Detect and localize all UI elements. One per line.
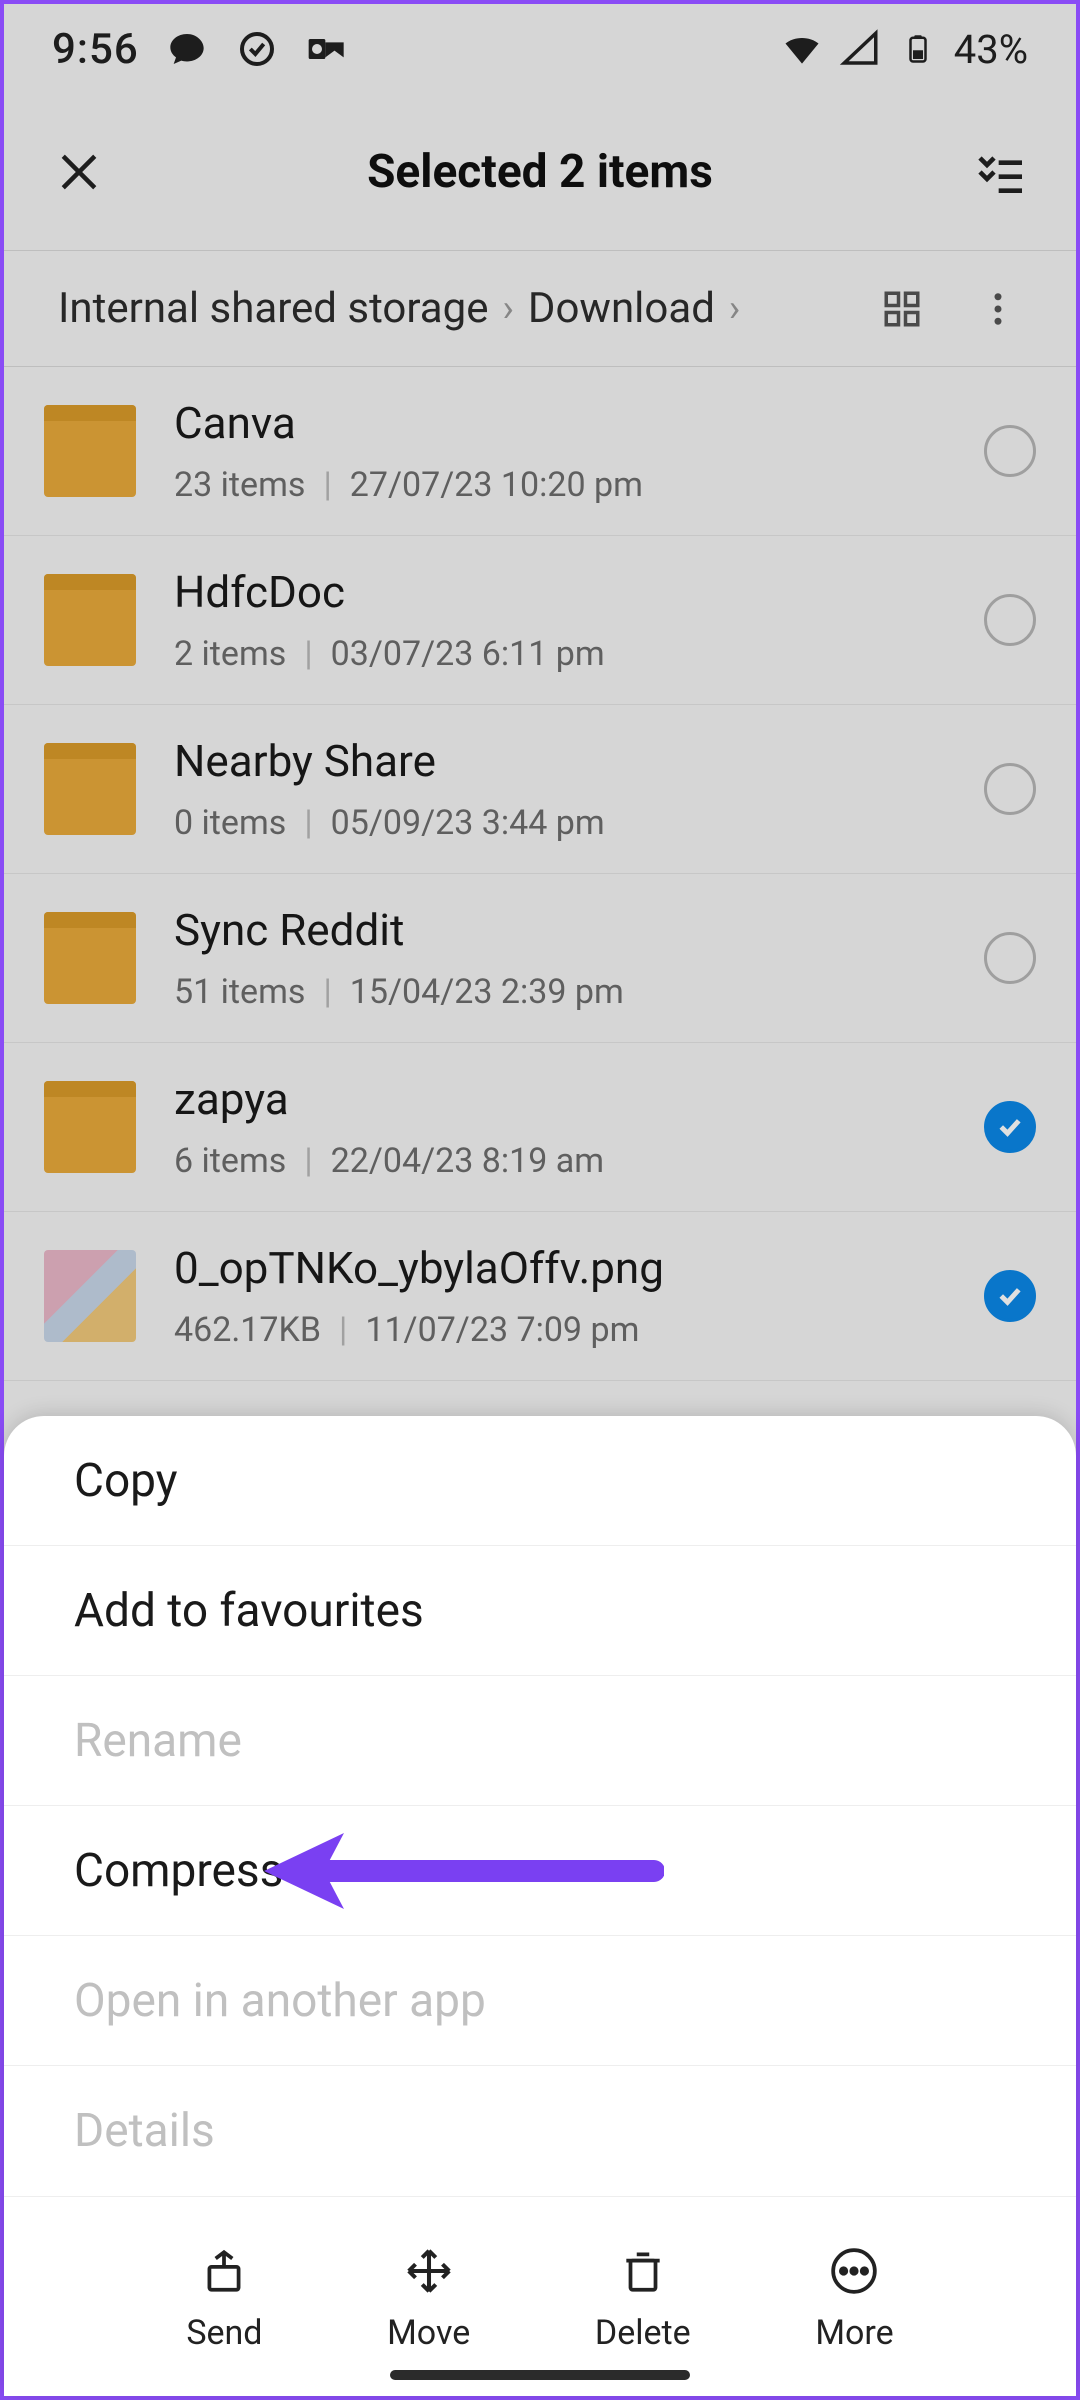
status-time: 9:56 (52, 25, 139, 74)
folder-icon (44, 1081, 136, 1173)
folder-icon (44, 574, 136, 666)
battery-icon (896, 27, 940, 71)
chat-icon (165, 27, 209, 71)
path-toolbar: Internal shared storage › Download › (4, 250, 1076, 366)
more-icon (824, 2241, 884, 2301)
file-name: Canva (174, 397, 964, 449)
breadcrumb-current[interactable]: Download (528, 284, 715, 333)
outlook-icon (305, 27, 349, 71)
file-name: Nearby Share (174, 735, 964, 787)
cell-signal-icon (838, 27, 882, 71)
chevron-right-icon: › (729, 287, 740, 331)
sheet-copy[interactable]: Copy (4, 1416, 1076, 1546)
selection-checkbox[interactable] (984, 1270, 1036, 1322)
breadcrumb[interactable]: Internal shared storage › Download › (58, 284, 838, 333)
select-all-button[interactable] (966, 137, 1036, 207)
move-icon (399, 2241, 459, 2301)
send-icon (194, 2241, 254, 2301)
file-meta: 51 items|15/04/23 2:39 pm (174, 972, 964, 1012)
chevron-right-icon: › (502, 287, 513, 331)
list-item[interactable]: zapya 6 items|22/04/23 8:19 am (4, 1043, 1076, 1212)
list-item[interactable]: Nearby Share 0 items|05/09/23 3:44 pm (4, 705, 1076, 874)
list-item[interactable]: Sync Reddit 51 items|15/04/23 2:39 pm (4, 874, 1076, 1043)
file-name: HdfcDoc (174, 566, 964, 618)
image-thumbnail (44, 1250, 136, 1342)
list-item[interactable]: HdfcDoc 2 items|03/07/23 6:11 pm (4, 536, 1076, 705)
file-meta: 0 items|05/09/23 3:44 pm (174, 803, 964, 843)
action-more[interactable]: More (815, 2241, 893, 2353)
file-list: Canva 23 items|27/07/23 10:20 pm HdfcDoc… (4, 367, 1076, 1381)
annotation-arrow-icon (264, 1821, 664, 1921)
wifi-icon (780, 27, 824, 71)
action-delete[interactable]: Delete (595, 2241, 691, 2353)
file-meta: 23 items|27/07/23 10:20 pm (174, 465, 964, 505)
selection-checkbox[interactable] (984, 1101, 1036, 1153)
sheet-details: Details (4, 2066, 1076, 2196)
sheet-add-favourites[interactable]: Add to favourites (4, 1546, 1076, 1676)
delete-icon (613, 2241, 673, 2301)
selection-checkbox[interactable] (984, 425, 1036, 477)
selection-title: Selected 2 items (114, 145, 966, 199)
home-indicator[interactable] (390, 2370, 690, 2380)
file-meta: 6 items|22/04/23 8:19 am (174, 1141, 964, 1181)
sheet-compress[interactable]: Compress (4, 1806, 1076, 1936)
view-grid-button[interactable] (870, 277, 934, 341)
file-name: 0_opTNKo_ybylaOffv.png (174, 1242, 964, 1294)
overflow-menu-button[interactable] (966, 277, 1030, 341)
sheet-open-in-app: Open in another app (4, 1936, 1076, 2066)
sync-icon (235, 27, 279, 71)
folder-icon (44, 743, 136, 835)
list-item[interactable]: Canva 23 items|27/07/23 10:20 pm (4, 367, 1076, 536)
status-bar: 9:56 43% (4, 4, 1076, 94)
more-options-sheet: Copy Add to favourites Rename Compress O… (4, 1416, 1076, 2396)
action-send[interactable]: Send (186, 2241, 262, 2353)
file-meta: 462.17KB|11/07/23 7:09 pm (174, 1310, 964, 1350)
close-button[interactable] (44, 137, 114, 207)
folder-icon (44, 405, 136, 497)
sheet-rename: Rename (4, 1676, 1076, 1806)
file-name: zapya (174, 1073, 964, 1125)
selection-checkbox[interactable] (984, 932, 1036, 984)
selection-checkbox[interactable] (984, 763, 1036, 815)
list-item[interactable]: 0_opTNKo_ybylaOffv.png 462.17KB|11/07/23… (4, 1212, 1076, 1381)
folder-icon (44, 912, 136, 1004)
file-name: Sync Reddit (174, 904, 964, 956)
selection-header: Selected 2 items (4, 94, 1076, 250)
file-meta: 2 items|03/07/23 6:11 pm (174, 634, 964, 674)
selection-checkbox[interactable] (984, 594, 1036, 646)
action-move[interactable]: Move (387, 2241, 470, 2353)
battery-percent: 43% (954, 26, 1028, 73)
bottom-action-bar: Send Move Delete More (4, 2196, 1076, 2396)
breadcrumb-root[interactable]: Internal shared storage (58, 284, 488, 333)
